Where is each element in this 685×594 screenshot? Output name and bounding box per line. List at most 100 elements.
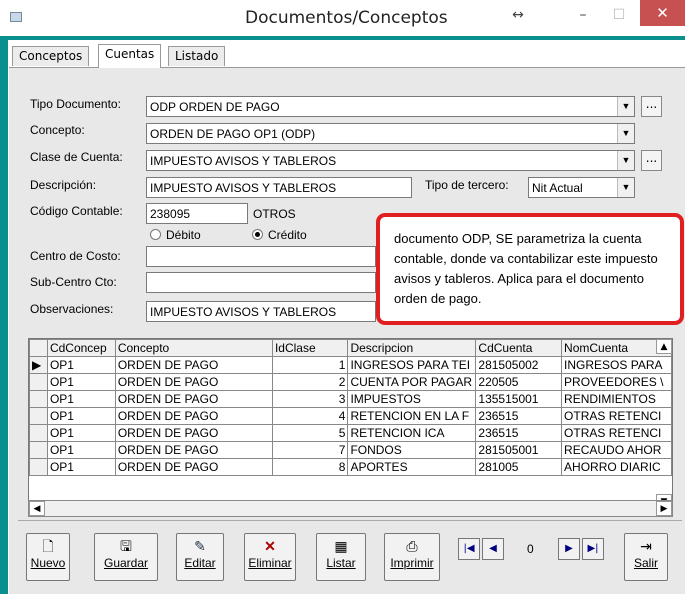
table-row[interactable]: OP1 ORDEN DE PAGO 2 CUENTA POR PAGAR 220505 P… — [29, 373, 672, 391]
tipo-documento-select[interactable]: ODP ORDEN DE PAGO ▼ — [146, 96, 635, 117]
tipo-documento-lookup-button[interactable]: ... — [641, 96, 662, 117]
minimize-button[interactable]: – — [568, 4, 598, 28]
resize-icon[interactable]: ↔ — [508, 4, 528, 28]
table-row[interactable]: OP1 ORDEN DE PAGO 4 RETENCION EN LA F 236515… — [29, 407, 672, 425]
table-cell[interactable]: OP1 — [46, 458, 116, 476]
table-cell[interactable]: 3 — [271, 390, 349, 408]
row-selector[interactable] — [29, 390, 48, 408]
table-cell[interactable]: AHORRO DIARIC — [561, 458, 672, 476]
table-cell[interactable]: ORDEN DE PAGO — [114, 390, 273, 408]
eliminar-button[interactable]: ✕ Eliminar — [244, 533, 296, 581]
table-row[interactable]: OP1 ORDEN DE PAGO 3 IMPUESTOS 135515001 RENDI… — [29, 390, 672, 408]
table-cell[interactable]: CUENTA POR PAGAR — [347, 373, 477, 391]
row-selector[interactable] — [29, 458, 48, 476]
subcentro-input[interactable] — [146, 272, 376, 293]
table-cell[interactable]: RETENCION EN LA F — [347, 407, 477, 425]
table-cell[interactable]: OP1 — [46, 373, 116, 391]
table-cell[interactable]: OP1 — [46, 407, 116, 425]
table-cell[interactable]: 135515001 — [475, 390, 563, 408]
table-cell[interactable]: ORDEN DE PAGO — [114, 356, 273, 374]
table-cell[interactable]: 7 — [271, 441, 349, 459]
chevron-down-icon[interactable]: ▼ — [617, 151, 634, 170]
clase-cuenta-lookup-button[interactable]: ... — [641, 150, 662, 171]
salir-button[interactable]: ⇥ Salir — [624, 533, 668, 581]
scroll-up-button[interactable]: ▲ — [656, 339, 672, 354]
table-cell[interactable]: ORDEN DE PAGO — [114, 458, 273, 476]
table-cell[interactable]: IMPUESTOS — [347, 390, 477, 408]
tab-listado[interactable]: Listado — [168, 46, 226, 66]
chevron-down-icon[interactable]: ▼ — [617, 178, 634, 197]
guardar-button[interactable]: 🖫 Guardar — [94, 533, 158, 581]
table-cell[interactable]: OP1 — [46, 441, 116, 459]
table-cell[interactable]: 281005 — [475, 458, 563, 476]
scroll-right-button[interactable]: ▶ — [656, 501, 672, 516]
row-selector[interactable] — [29, 373, 48, 391]
table-cell[interactable]: INGRESOS PARA — [561, 356, 672, 374]
table-cell[interactable]: 5 — [271, 424, 349, 442]
table-cell[interactable]: 236515 — [475, 407, 563, 425]
centro-costo-input[interactable] — [146, 246, 376, 267]
table-cell[interactable]: OP1 — [46, 390, 116, 408]
table-cell[interactable]: 2 — [271, 373, 349, 391]
table-cell[interactable]: 281505001 — [475, 441, 563, 459]
close-button[interactable]: ✕ — [640, 0, 685, 26]
tipo-tercero-select[interactable]: Nit Actual ▼ — [528, 177, 635, 198]
table-cell[interactable]: RECAUDO AHOR — [561, 441, 672, 459]
imprimir-button[interactable]: ⎙ Imprimir — [384, 533, 440, 581]
table-cell[interactable]: 281505002 — [475, 356, 563, 374]
table-cell[interactable]: 220505 — [475, 373, 563, 391]
nuevo-button[interactable]: 🗋 Nuevo — [26, 533, 70, 581]
debito-radio[interactable]: Débito — [150, 228, 201, 242]
table-row[interactable]: OP1 ORDEN DE PAGO 8 APORTES 281005 AHORRO DIA… — [29, 458, 672, 476]
next-record-button[interactable]: ▶ — [558, 538, 580, 560]
codigo-contable-input[interactable]: 238095 — [146, 203, 248, 224]
table-cell[interactable]: 1 — [271, 356, 349, 374]
table-cell[interactable]: 236515 — [475, 424, 563, 442]
table-cell[interactable]: RENDIMIENTOS — [561, 390, 672, 408]
chevron-down-icon[interactable]: ▼ — [617, 124, 634, 143]
last-record-button[interactable]: ▶| — [582, 538, 604, 560]
col-header-descripcion[interactable]: Descripcion — [347, 339, 477, 357]
concepto-select[interactable]: ORDEN DE PAGO OP1 (ODP) ▼ — [146, 123, 635, 144]
tab-conceptos[interactable]: Conceptos — [12, 46, 90, 66]
table-cell[interactable]: OTRAS RETENCI — [561, 424, 672, 442]
table-row[interactable]: OP1 ORDEN DE PAGO 5 RETENCION ICA 236515 OTRA… — [29, 424, 672, 442]
editar-button[interactable]: ✎ Editar — [176, 533, 224, 581]
row-selector[interactable] — [29, 424, 48, 442]
row-selector[interactable] — [29, 441, 48, 459]
table-cell[interactable]: RETENCION ICA — [347, 424, 477, 442]
table-cell[interactable]: 8 — [271, 458, 349, 476]
tab-cuentas[interactable]: Cuentas — [98, 44, 162, 68]
chevron-down-icon[interactable]: ▼ — [617, 97, 634, 116]
col-header-cdconcep[interactable]: CdConcep — [46, 339, 116, 357]
table-cell[interactable]: PROVEEDORES \ — [561, 373, 672, 391]
listar-button[interactable]: ▦ Listar — [316, 533, 366, 581]
first-record-button[interactable]: |◀ — [458, 538, 480, 560]
scroll-left-button[interactable]: ◀ — [29, 501, 45, 516]
col-header-idclase[interactable]: IdClase — [271, 339, 349, 357]
table-cell[interactable]: ORDEN DE PAGO — [114, 424, 273, 442]
table-cell[interactable]: OP1 — [46, 356, 116, 374]
table-cell[interactable]: 4 — [271, 407, 349, 425]
col-header-concepto[interactable]: Concepto — [114, 339, 273, 357]
row-selector[interactable] — [29, 407, 48, 425]
table-cell[interactable]: APORTES — [347, 458, 477, 476]
row-selector[interactable]: ▶ — [29, 356, 48, 374]
col-header-nomcuenta[interactable]: NomCuenta — [561, 339, 672, 357]
table-cell[interactable]: ORDEN DE PAGO — [114, 373, 273, 391]
observaciones-input[interactable]: IMPUESTO AVISOS Y TABLEROS — [146, 301, 376, 322]
maximize-button[interactable]: ☐ — [604, 4, 634, 28]
table-row[interactable]: OP1 ORDEN DE PAGO 7 FONDOS 281505001 RECAUDO … — [29, 441, 672, 459]
conceptos-grid[interactable]: CdConcep Concepto IdClase Descripcion Cd… — [28, 338, 673, 510]
table-cell[interactable]: INGRESOS PARA TEI — [347, 356, 477, 374]
table-cell[interactable]: OTRAS RETENCI — [561, 407, 672, 425]
descripcion-input[interactable]: IMPUESTO AVISOS Y TABLEROS — [146, 177, 412, 198]
table-row[interactable]: ▶ OP1 ORDEN DE PAGO 1 INGRESOS PARA TEI 28150… — [29, 356, 672, 374]
table-cell[interactable]: ORDEN DE PAGO — [114, 407, 273, 425]
col-header-cdcuenta[interactable]: CdCuenta — [475, 339, 563, 357]
credito-radio[interactable]: Crédito — [252, 228, 307, 242]
table-cell[interactable]: ORDEN DE PAGO — [114, 441, 273, 459]
table-cell[interactable]: OP1 — [46, 424, 116, 442]
horizontal-scrollbar[interactable]: ◀ ▶ — [28, 500, 673, 517]
clase-cuenta-select[interactable]: IMPUESTO AVISOS Y TABLEROS ▼ — [146, 150, 635, 171]
